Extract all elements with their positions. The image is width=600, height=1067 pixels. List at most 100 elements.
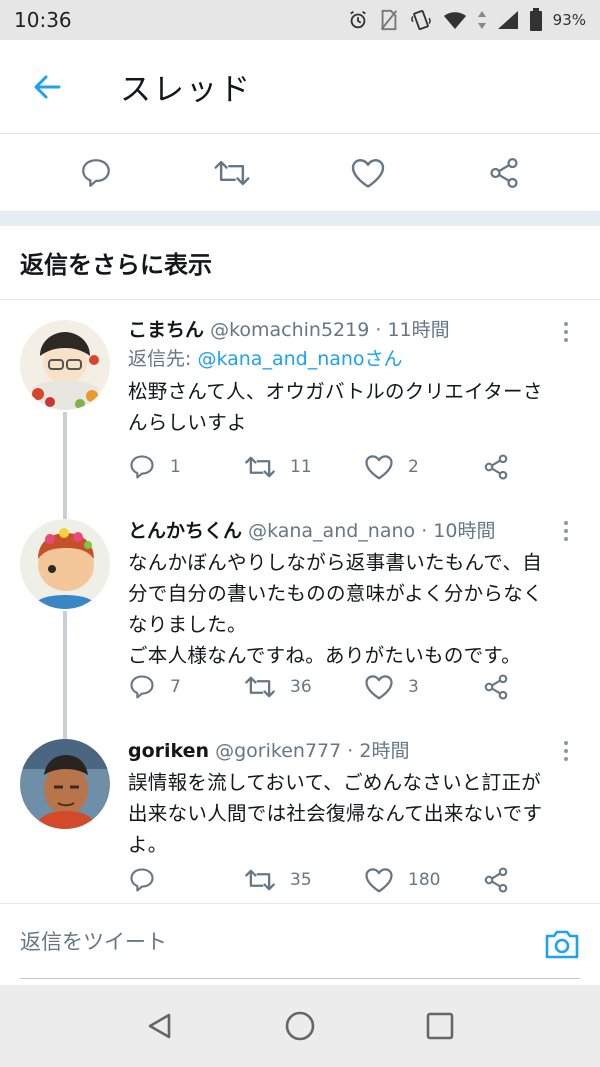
status-icons: 93% (347, 8, 586, 32)
reply-icon (130, 868, 154, 892)
tweet-text: 松野さんて人、オウガバトルのクリエイターさ んらしいすよ (128, 376, 580, 438)
avatar[interactable] (20, 320, 110, 410)
avatar-image (20, 739, 110, 829)
retweet-button[interactable]: 35 (244, 866, 364, 894)
nav-back-button[interactable] (130, 996, 190, 1056)
avatar[interactable] (20, 519, 110, 609)
avatar[interactable] (20, 739, 110, 829)
share-button[interactable] (474, 143, 534, 203)
page-title: スレッド (120, 72, 252, 108)
like-icon (365, 455, 393, 480)
reply-tweet[interactable]: とんかちくん @kana_and_nano · 10時間 なんかぼんやりしながら… (0, 507, 600, 727)
reply-button[interactable]: 7 (128, 673, 244, 701)
tweet-header: こまちん @komachin5219 · 11時間 (128, 316, 580, 344)
tweet-actions: 1 11 2 (128, 449, 528, 485)
like-button[interactable] (338, 143, 398, 203)
like-count: 180 (408, 870, 441, 890)
tweet-text-line: なんかぼんやりしながら返事書いたもんで、自 (128, 551, 543, 574)
reply-tweet[interactable]: goriken @goriken777 · 2時間 誤情報を流しておいて、ごめん… (0, 727, 600, 903)
tweet-menu-button[interactable] (556, 318, 576, 346)
tweet-text-line: 誤情報を流しておいて、ごめんなさいと訂正が (128, 771, 542, 794)
nav-recents-button[interactable] (410, 996, 470, 1056)
avatar-image (20, 320, 110, 410)
camera-button[interactable] (542, 924, 582, 964)
display-name[interactable]: goriken (128, 740, 209, 762)
thread-line (63, 727, 67, 739)
section-gap (0, 212, 600, 226)
share-button[interactable] (482, 453, 510, 481)
show-more-replies[interactable]: 返信をさらに表示 (0, 226, 600, 300)
tweet-body: こまちん @komachin5219 · 11時間 返信先: @kana_and… (128, 316, 580, 438)
tweet-menu-button[interactable] (556, 737, 576, 765)
reply-icon (130, 675, 154, 699)
data-arrows-icon (477, 11, 486, 29)
input-underline (20, 978, 580, 979)
reply-button[interactable]: 1 (128, 453, 244, 481)
reply-input[interactable]: 返信をツイート (20, 926, 167, 956)
tweet-actions: 35 180 (128, 862, 528, 898)
nav-recents-icon (426, 1012, 454, 1040)
display-name[interactable]: こまちん (128, 319, 204, 341)
reply-to-label: 返信先: (128, 348, 198, 370)
tweet-time: · 10時間 (421, 520, 496, 542)
reply-button[interactable] (128, 866, 244, 894)
retweet-icon (245, 869, 275, 891)
user-handle[interactable]: @komachin5219 (210, 319, 369, 341)
display-name[interactable]: とんかちくん (128, 520, 242, 542)
status-time: 10:36 (14, 8, 72, 32)
reply-tweet[interactable]: こまちん @komachin5219 · 11時間 返信先: @kana_and… (0, 300, 600, 507)
user-handle[interactable]: @goriken777 (215, 740, 341, 762)
back-button[interactable] (0, 40, 94, 134)
like-button[interactable]: 2 (364, 453, 482, 481)
tweet-menu-button[interactable] (556, 517, 576, 545)
retweet-button[interactable] (202, 143, 262, 203)
tweet-header: とんかちくん @kana_and_nano · 10時間 (128, 517, 580, 545)
reply-composer: 返信をツイート (0, 903, 600, 985)
like-count: 2 (408, 457, 419, 477)
app-bar: スレッド (0, 40, 600, 134)
nav-home-icon (285, 1011, 315, 1041)
user-handle[interactable]: @kana_and_nano (248, 520, 415, 542)
back-arrow-icon (34, 75, 61, 98)
avatar-image (20, 519, 110, 609)
reply-icon (130, 455, 154, 479)
retweet-button[interactable]: 36 (244, 673, 364, 701)
reply-to-line: 返信先: @kana_and_nanoさん (128, 344, 580, 374)
tweet-text-line: よ。 (128, 833, 168, 856)
tweet-actions: 7 36 3 (128, 669, 528, 705)
tweet-text-line: ご本人様なんですね。ありがたいものです。 (128, 644, 522, 667)
share-icon (484, 454, 508, 480)
share-button[interactable] (482, 673, 510, 701)
vibrate-icon (410, 10, 431, 30)
tweet-text-line: 出来ない人間では社会復帰なんて出来ないです (128, 802, 543, 825)
tweet-time: · 2時間 (347, 740, 410, 762)
status-bar: 10:36 93% (0, 0, 600, 40)
tweet-text-line: なりました。 (128, 613, 247, 636)
share-button[interactable] (482, 866, 510, 894)
signal-icon (497, 11, 518, 29)
camera-icon (545, 930, 579, 959)
retweet-icon (245, 676, 275, 698)
tweet-time: · 11時間 (375, 319, 450, 341)
thread-line (63, 412, 67, 507)
retweet-icon (245, 456, 275, 478)
show-more-replies-label: 返信をさらに表示 (20, 251, 212, 279)
retweet-button[interactable]: 11 (244, 453, 364, 481)
reply-button[interactable] (66, 143, 126, 203)
tweet-text-line: 松野さんて人、オウガバトルのクリエイターさ (128, 380, 543, 403)
nav-back-icon (148, 1013, 171, 1039)
reply-count: 1 (170, 457, 181, 477)
reply-count: 7 (170, 677, 181, 697)
like-count: 3 (408, 677, 419, 697)
nav-home-button[interactable] (270, 996, 330, 1056)
tweet-action-bar (0, 134, 600, 212)
like-button[interactable]: 3 (364, 673, 482, 701)
battery-percent: 93% (552, 11, 586, 29)
like-button[interactable]: 180 (364, 866, 482, 894)
battery-icon (529, 8, 542, 31)
reply-to-mention[interactable]: @kana_and_nanoさん (197, 348, 402, 370)
retweet-count: 36 (290, 677, 312, 697)
share-icon (484, 867, 508, 893)
alarm-icon (349, 10, 366, 29)
retweet-icon (214, 160, 250, 185)
